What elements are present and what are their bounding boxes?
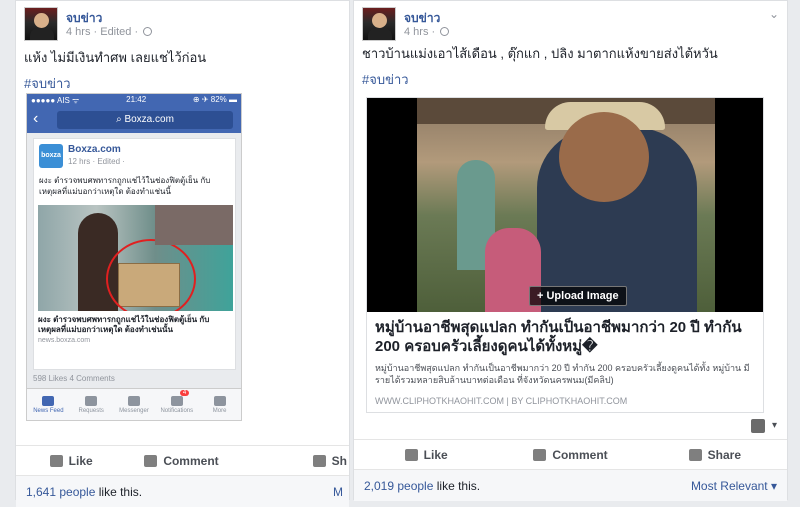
carrier-text: ●●●●● AIS ᯤ <box>31 96 80 105</box>
share-icon <box>312 454 326 467</box>
sort-dropdown[interactable]: Most Relevant ▾ <box>691 479 777 493</box>
friends-icon <box>85 395 98 406</box>
share-label: Share <box>707 447 741 462</box>
news-feed-icon <box>42 395 55 406</box>
phone-tab-bar: News Feed Requests Messenger 4 Notificati… <box>27 388 241 420</box>
post-text: แห้ง ไม่มีเงินทำศพ เลยแชไว้ก่อน <box>24 50 207 65</box>
share-button[interactable]: Sh <box>237 454 349 468</box>
avatar[interactable] <box>24 7 58 41</box>
hashtag-link[interactable]: #จบข่าว <box>362 69 409 90</box>
comment-label: Comment <box>552 447 608 462</box>
like-label: Like <box>68 453 93 468</box>
sort-dropdown[interactable]: M <box>333 485 343 499</box>
phone-post-stats: 598 Likes 4 Comments <box>33 374 115 383</box>
clock-text: 21:42 <box>126 95 147 104</box>
back-arrow-icon: ‹ <box>33 110 39 127</box>
post-card: จบข่าว 4 hrs · ⌄ ชาวบ้านแม่งเอาไส้เดือน … <box>353 0 788 501</box>
share-label: Sh <box>331 453 347 468</box>
post-timestamp[interactable]: 4 hrs · Edited · <box>66 26 138 38</box>
post-action-bar: Like Comment Share <box>354 439 787 469</box>
likes-suffix: like this. <box>95 485 143 499</box>
tab-label: More <box>212 407 227 414</box>
hashtag-link[interactable]: #จบข่าว <box>24 73 71 94</box>
link-preview-image[interactable]: + Upload Image <box>367 98 763 312</box>
likes-summary: 2,019 people like this. Most Relevant ▾ <box>354 469 787 501</box>
phone-post-image <box>38 205 233 311</box>
tab-label: News Feed <box>33 407 64 414</box>
phone-post-text: ผงะ ตำรวจพบศพทารกถูกแช่ไว้ในช่องฟิตตู้เย… <box>39 176 211 196</box>
post-timestamp[interactable]: 4 hrs · <box>404 26 435 38</box>
messenger-icon <box>127 395 140 406</box>
globe-icon <box>143 27 153 36</box>
like-button[interactable]: Like <box>354 448 498 462</box>
post-header: จบข่าว 4 hrs · Edited · <box>24 7 341 43</box>
thumbs-up-icon <box>49 454 63 467</box>
tab-requests: Requests <box>70 389 113 420</box>
comment-button[interactable]: Comment <box>498 448 642 462</box>
phone-nav-bar: ‹ ⌕ Boxza.com <box>27 107 241 133</box>
comment-icon <box>533 448 547 461</box>
tab-label: Messenger <box>119 407 149 414</box>
chevron-down-icon[interactable]: ⌄ <box>769 7 779 21</box>
globe-icon <box>170 395 183 406</box>
phone-post-meta: 12 hrs · Edited · <box>68 157 125 166</box>
post-meta: 4 hrs · Edited · <box>66 26 153 38</box>
link-preview-card[interactable]: + Upload Image หมู่บ้านอาชีพสุดแปลก ทำกั… <box>366 97 764 413</box>
avatar[interactable] <box>362 7 396 41</box>
phone-post-caption: ผงะ ตำรวจพบศพทารกถูกแช่ไว้ในช่องฟิตตู้เย… <box>38 315 210 334</box>
link-description: หมู่บ้านอาชีพสุดแปลก ทำกันเป็นอาชีพมากว่… <box>375 363 750 385</box>
notification-badge: 4 <box>179 390 190 396</box>
shared-screenshot[interactable]: ●●●●● AIS ᯤ 21:42 ⊕ ✈ 82% ▬ ‹ ⌕ Boxza.co… <box>26 93 242 421</box>
phone-status-bar: ●●●●● AIS ᯤ 21:42 ⊕ ✈ 82% ▬ <box>27 94 241 107</box>
thumbs-up-icon <box>404 448 418 461</box>
phone-post-source: news.boxza.com <box>38 337 91 344</box>
tab-notifications: 4 Notifications <box>155 389 198 420</box>
reaction-avatar-icon[interactable] <box>751 419 765 433</box>
post-header: จบข่าว 4 hrs · ⌄ <box>362 7 779 43</box>
likes-summary: 1,641 people like this. M <box>16 475 349 507</box>
comment-label: Comment <box>163 453 219 468</box>
tab-label: Notifications <box>160 407 194 414</box>
comment-button[interactable]: Comment <box>126 454 236 468</box>
post-action-bar: Like Comment Sh <box>16 445 349 475</box>
likes-suffix: like this. <box>433 479 481 493</box>
tab-label: Requests <box>78 407 104 414</box>
menu-icon <box>213 395 226 406</box>
like-label: Like <box>423 447 448 462</box>
upload-image-button[interactable]: + Upload Image <box>529 286 627 306</box>
globe-icon <box>440 27 450 36</box>
chevron-down-icon[interactable]: ▾ <box>772 420 777 431</box>
tab-more: More <box>198 389 241 420</box>
like-button[interactable]: Like <box>16 454 126 468</box>
likes-count-link[interactable]: 1,641 people <box>26 485 95 499</box>
likes-count-link[interactable]: 2,019 people <box>364 479 433 493</box>
phone-post-card: boxza Boxza.com 12 hrs · Edited · ผงะ ตำ… <box>33 138 236 370</box>
comment-icon <box>144 454 158 467</box>
link-title[interactable]: หมู่บ้านอาชีพสุดแปลก ทำกันเป็นอาชีพมากว่… <box>375 318 755 356</box>
boxza-logo-icon: boxza <box>39 144 63 168</box>
phone-url-bar: ⌕ Boxza.com <box>57 111 233 129</box>
battery-text: ⊕ ✈ 82% ▬ <box>192 95 237 104</box>
post-meta: 4 hrs · <box>404 26 450 38</box>
post-text: ชาวบ้านแม่งเอาไส้เดือน , ตุ๊กแก , ปลิง ม… <box>362 46 718 61</box>
share-button[interactable]: Share <box>643 448 787 462</box>
post-card: จบข่าว 4 hrs · Edited · แห้ง ไม่มีเงินทำ… <box>15 0 350 507</box>
phone-post-author: Boxza.com <box>68 144 121 155</box>
tab-messenger: Messenger <box>113 389 156 420</box>
share-icon <box>688 448 702 461</box>
link-domain: WWW.CLIPHOTKHAOHIT.COM | BY CLIPHOTKHAOH… <box>375 396 628 406</box>
phone-url-text: Boxza.com <box>124 114 174 125</box>
tab-news-feed: News Feed <box>27 389 70 420</box>
